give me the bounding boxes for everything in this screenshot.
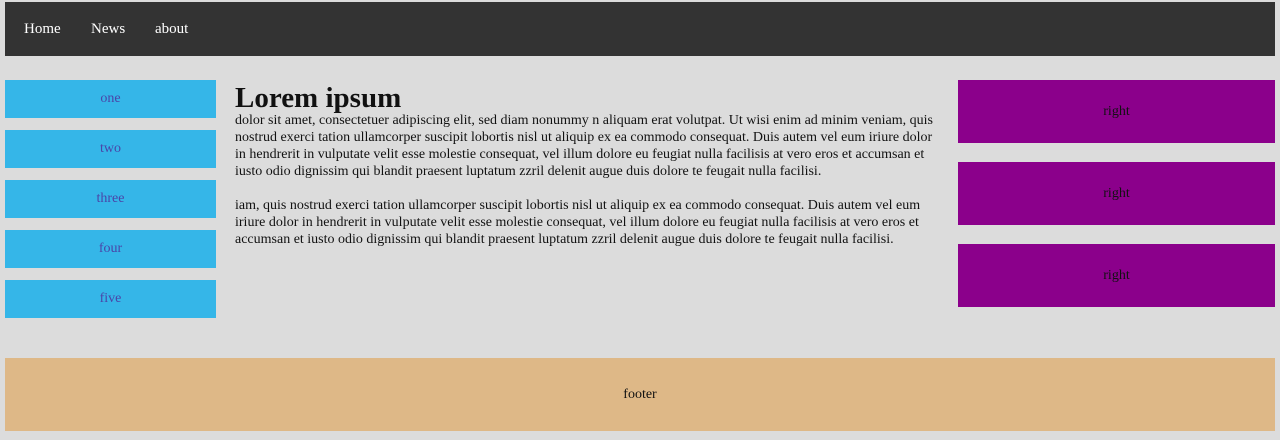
page-title: Lorem ipsum bbox=[235, 82, 402, 114]
footer: footer bbox=[5, 358, 1275, 431]
paragraph: dolor sit amet, consectetuer adipiscing … bbox=[235, 113, 933, 179]
right-box: right bbox=[958, 244, 1275, 307]
top-nav: Home News about bbox=[5, 2, 1275, 56]
side-nav: one two three four five bbox=[5, 80, 216, 330]
side-nav-item-five[interactable]: five bbox=[5, 280, 216, 318]
side-nav-item-three[interactable]: three bbox=[5, 180, 216, 218]
right-box: right bbox=[958, 162, 1275, 225]
paragraph: iam, quis nostrud exerci tation ullamcor… bbox=[235, 198, 921, 247]
side-nav-item-two[interactable]: two bbox=[5, 130, 216, 168]
nav-link-news[interactable]: News bbox=[91, 21, 125, 38]
nav-link-about[interactable]: about bbox=[155, 21, 188, 38]
right-box: right bbox=[958, 80, 1275, 143]
main-content: Lorem ipsum dolor sit amet, consectetuer… bbox=[235, 84, 942, 265]
side-nav-item-one[interactable]: one bbox=[5, 80, 216, 118]
side-nav-item-four[interactable]: four bbox=[5, 230, 216, 268]
nav-link-home[interactable]: Home bbox=[24, 21, 61, 38]
right-column: right right right bbox=[958, 80, 1275, 326]
